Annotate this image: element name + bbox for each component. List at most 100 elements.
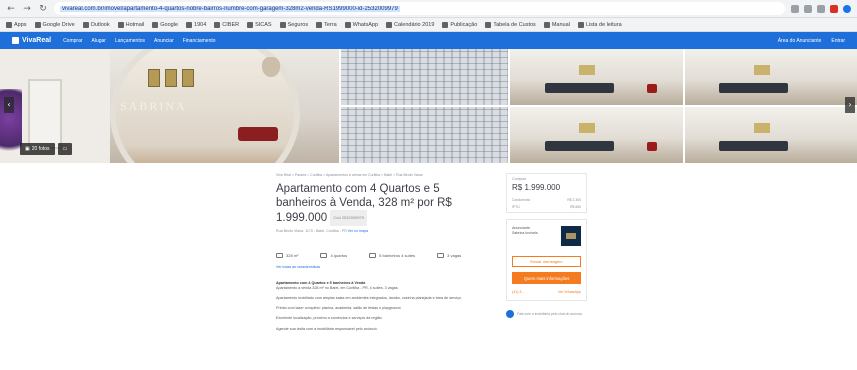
bookmark-icon	[386, 21, 393, 28]
bookmark-icon	[34, 21, 41, 28]
building-photos	[341, 49, 508, 163]
header-link[interactable]: Área do Anunciante	[778, 38, 822, 44]
more-info-button[interactable]: Quero mais informações	[512, 272, 581, 284]
iptu-value: R$ 650	[570, 205, 581, 209]
photo-frame	[165, 69, 177, 87]
bookmark-icon	[247, 21, 254, 28]
bookmark-item[interactable]: CIBER	[214, 21, 239, 28]
logo-icon	[12, 37, 19, 44]
nav-item[interactable]: Alugar	[92, 38, 106, 44]
gallery-prev-button[interactable]: ‹	[4, 97, 14, 113]
bookmark-label: Manual	[551, 21, 570, 28]
bookmark-label: Google Drive	[42, 21, 75, 28]
price-label: Comprar	[512, 177, 526, 181]
building-photo[interactable]	[341, 49, 508, 105]
agent-text: Anunciante Sabrina Imóveis	[512, 226, 538, 236]
nav-item[interactable]: Lançamentos	[115, 38, 145, 44]
feature-label: 5 banheiros 4 suítes	[379, 252, 416, 258]
bookmark-item[interactable]: Tabela de Custos	[485, 21, 536, 28]
forward-icon[interactable]: →	[22, 4, 32, 14]
send-message-button[interactable]: Enviar mensagem	[512, 256, 581, 267]
bookmark-label: Lista de leitura	[585, 21, 622, 28]
bookmark-item[interactable]: Google Drive	[34, 21, 75, 28]
bookmark-label: SICAS	[255, 21, 272, 28]
address-bar[interactable]: vivareal.com.br/imovel/apartamento-4-qua…	[54, 2, 785, 15]
breadcrumb[interactable]: Viva Real > Paraná > Curitiba > Apartame…	[276, 173, 486, 177]
url-text[interactable]: vivareal.com.br/imovel/apartamento-4-qua…	[60, 5, 400, 12]
room-photo[interactable]	[510, 107, 683, 163]
bookmark-item[interactable]: WhatsApp	[344, 21, 379, 28]
whatsapp-link[interactable]: Ver WhatsApp	[558, 290, 581, 294]
extension-icon[interactable]	[830, 4, 838, 13]
main-nav: Comprar Alugar Lançamentos Anunciar Financia…	[63, 38, 215, 44]
back-icon[interactable]: ←	[6, 4, 16, 14]
bookmark-item[interactable]: Apps	[6, 21, 27, 28]
condo-label: Condomínio	[512, 198, 531, 202]
nav-item[interactable]: Financiamento	[183, 38, 216, 44]
description-paragraph: Agende sua visita com a imobiliária resp…	[276, 326, 378, 331]
agent-name[interactable]: Sabrina Imóveis	[512, 231, 538, 236]
photos-button[interactable]: ▣ 20 fotos	[20, 143, 55, 155]
profile-icon[interactable]	[843, 4, 851, 13]
bookmark-label: WhatsApp	[352, 21, 379, 28]
agent-logo[interactable]	[561, 226, 581, 246]
bookmark-icon	[442, 21, 449, 28]
bookmark-item[interactable]: Outlook	[82, 21, 110, 28]
building-photo[interactable]	[341, 107, 508, 163]
main-photo[interactable]: SABRINA ▣ 20 fotos ▭	[0, 49, 339, 163]
photo-frame	[148, 69, 160, 87]
listing-sidebar: Comprar R$ 1.999.000 Condomínio R$ 2.300…	[506, 173, 587, 337]
logo-text: VivaReal	[22, 37, 52, 44]
bookmark-item[interactable]: Calendário 2019	[386, 21, 434, 28]
bookmark-item[interactable]: Google	[152, 21, 178, 28]
video-button[interactable]: ▭	[57, 143, 73, 155]
bookmark-item[interactable]: 1904	[186, 21, 206, 28]
bookmark-icon	[344, 21, 351, 28]
room-photo[interactable]	[510, 49, 683, 105]
bookmark-item[interactable]: SICAS	[247, 21, 272, 28]
feature-item: 328 m²	[276, 252, 298, 258]
phone-row: (41) 3... Ver WhatsApp	[512, 290, 581, 294]
agent-info: Anunciante Sabrina Imóveis	[512, 226, 581, 246]
room-photo[interactable]	[684, 107, 857, 163]
header-link[interactable]: Entrar	[831, 38, 845, 44]
chat-card[interactable]: Fale com a imobiliária pelo chat do anún…	[506, 310, 587, 318]
description-paragraph: Apartamento mobiliado com amplas salas e…	[276, 295, 462, 300]
description-paragraph: Prédio com lazer completo: piscina, acad…	[276, 306, 402, 311]
nav-item[interactable]: Anunciar	[154, 38, 174, 44]
extension-icon[interactable]	[804, 4, 812, 13]
bookmark-icon	[485, 21, 492, 28]
listing-address: Rua Bento Viana, 1170 - Batel, Curitiba …	[276, 229, 486, 233]
browser-toolbar: ← → ↻ vivareal.com.br/imovel/apartamento…	[0, 0, 857, 18]
map-link[interactable]: Ver no mapa	[348, 229, 368, 233]
site-header: VivaReal Comprar Alugar Lançamentos Anuncia…	[0, 32, 857, 49]
chat-text: Fale com a imobiliária pelo chat do anún…	[517, 311, 583, 316]
nav-item[interactable]: Comprar	[63, 38, 82, 44]
room-photo[interactable]	[684, 49, 857, 105]
description-paragraph: Excelente localização, próximo a comérci…	[276, 316, 383, 321]
extension-icon[interactable]	[817, 4, 825, 13]
phone-link[interactable]: (41) 3...	[512, 290, 524, 294]
video-icon: ▭	[62, 146, 68, 152]
bookmark-item[interactable]: Terra	[316, 21, 337, 28]
photos-button-label: 20 fotos	[31, 146, 50, 152]
bookmark-item[interactable]: Hotmail	[117, 21, 144, 28]
photo-watermark: SABRINA	[120, 99, 187, 113]
bookmark-label: Seguros	[287, 21, 309, 28]
bookmark-item[interactable]: Seguros	[279, 21, 309, 28]
features-link[interactable]: Ver todas as características	[276, 265, 486, 269]
gallery-next-button[interactable]: ›	[845, 97, 855, 113]
feature-item: 3 vagas	[437, 252, 461, 258]
reload-icon[interactable]: ↻	[38, 4, 48, 14]
feature-item: 4 quartos	[320, 252, 347, 258]
bookmark-icon	[577, 21, 584, 28]
site-logo[interactable]: VivaReal	[12, 37, 51, 44]
bookmark-icon	[279, 21, 286, 28]
bookmark-item[interactable]: Lista de leitura	[577, 21, 622, 28]
area-icon	[276, 252, 283, 258]
bookmark-item[interactable]: Manual	[543, 21, 570, 28]
star-icon[interactable]	[791, 4, 799, 13]
listing-main: Viva Real > Paraná > Curitiba > Apartame…	[276, 173, 486, 337]
camera-icon: ▣	[25, 146, 30, 152]
bookmark-item[interactable]: Publicação	[442, 21, 477, 28]
